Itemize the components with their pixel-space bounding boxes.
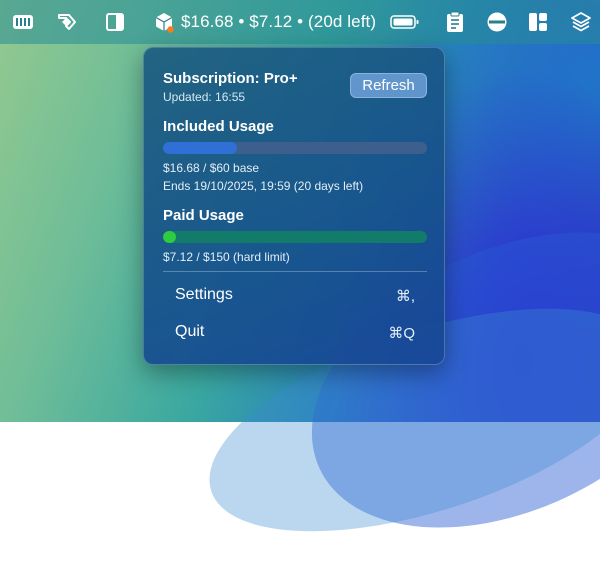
refresh-button[interactable]: Refresh: [350, 73, 427, 98]
paid-usage-amount: $7.12 / $150 (hard limit): [163, 250, 290, 264]
quit-menu-item[interactable]: Quit ⌘Q: [163, 317, 427, 347]
included-usage-title: Included Usage: [163, 118, 274, 135]
grid-layout-icon[interactable]: [527, 11, 549, 33]
status-dot: [167, 26, 174, 33]
included-usage-amount: $16.68 / $60 base: [163, 161, 260, 175]
paid-usage-bar: [163, 231, 427, 243]
tag-icon[interactable]: [56, 11, 78, 33]
quit-shortcut: ⌘Q: [388, 325, 415, 342]
battery-icon[interactable]: [390, 11, 420, 33]
included-usage-fill: [163, 142, 237, 154]
sidebar-icon[interactable]: [104, 11, 126, 33]
settings-shortcut: ⌘,: [395, 288, 415, 305]
included-usage-bar: [163, 142, 427, 154]
clipboard-icon[interactable]: [444, 11, 466, 33]
paid-usage-fill: [163, 231, 177, 243]
cube-app-icon[interactable]: [153, 11, 175, 33]
menu-divider: [163, 271, 427, 272]
stop-circle-icon[interactable]: [486, 11, 508, 33]
layers-icon[interactable]: [570, 11, 592, 33]
included-usage-ends: Ends 19/10/2025, 19:59 (20 days left): [163, 179, 364, 193]
settings-label: Settings: [175, 286, 233, 303]
updated-time: Updated: 16:55: [163, 90, 246, 104]
menu-bar: $16.68 • $7.12 • (20d left): [0, 0, 600, 44]
quit-label: Quit: [175, 323, 205, 340]
settings-menu-item[interactable]: Settings ⌘,: [163, 280, 427, 310]
usage-popover: Subscription: Pro+ Updated: 16:55 Refres…: [143, 47, 445, 365]
paid-usage-title: Paid Usage: [163, 207, 244, 224]
keyboard-icon[interactable]: [12, 11, 34, 33]
subscription-title: Subscription: Pro+: [163, 70, 298, 87]
usage-status-text[interactable]: $16.68 • $7.12 • (20d left): [181, 12, 376, 32]
